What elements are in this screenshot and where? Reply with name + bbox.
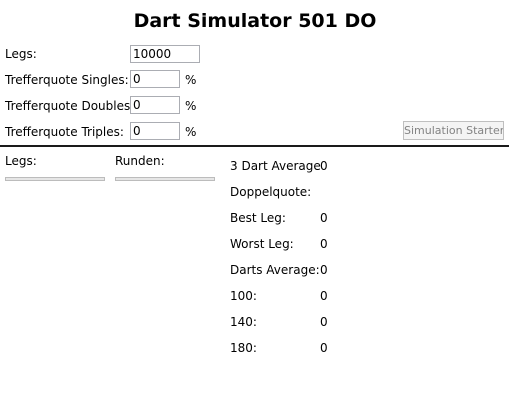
section-divider xyxy=(0,145,509,147)
singles-percent-label: % xyxy=(185,73,197,87)
rounds-progress-bar xyxy=(115,177,215,181)
darts-average-value: 0 xyxy=(320,263,328,277)
page-title: Dart Simulator 501 DO xyxy=(133,10,377,32)
start-simulation-button[interactable]: Simulation Starten xyxy=(403,121,504,140)
legs-input[interactable] xyxy=(130,45,200,63)
score-100-label: 100: xyxy=(230,289,257,303)
singles-rate-input[interactable] xyxy=(130,70,180,88)
double-rate-label: Doppelquote: xyxy=(230,185,312,199)
worst-leg-value: 0 xyxy=(320,237,328,251)
darts-average-label: Darts Average: xyxy=(230,263,320,277)
doubles-percent-label: % xyxy=(185,99,197,113)
best-leg-label: Best Leg: xyxy=(230,211,286,225)
triples-rate-input[interactable] xyxy=(130,122,180,140)
doubles-rate-input[interactable] xyxy=(130,96,180,114)
score-180-value: 0 xyxy=(320,341,328,355)
score-140-value: 0 xyxy=(320,315,328,329)
best-leg-value: 0 xyxy=(320,211,328,225)
doubles-rate-label: Trefferquote Doubles: xyxy=(5,99,135,113)
triples-rate-label: Trefferquote Triples: xyxy=(5,125,124,139)
rounds-progress-label: Runden: xyxy=(115,154,165,168)
three-dart-average-value: 0 xyxy=(320,159,328,173)
score-100-value: 0 xyxy=(320,289,328,303)
score-140-label: 140: xyxy=(230,315,257,329)
singles-rate-label: Trefferquote Singles: xyxy=(5,73,129,87)
three-dart-average-label: 3 Dart Average xyxy=(230,159,321,173)
main-window: Dart Simulator 501 DO Legs: Trefferquote… xyxy=(0,0,525,400)
legs-progress-bar xyxy=(5,177,105,181)
legs-progress-label: Legs: xyxy=(5,154,37,168)
legs-label: Legs: xyxy=(5,47,37,61)
triples-percent-label: % xyxy=(185,125,197,139)
score-180-label: 180: xyxy=(230,341,257,355)
worst-leg-label: Worst Leg: xyxy=(230,237,294,251)
